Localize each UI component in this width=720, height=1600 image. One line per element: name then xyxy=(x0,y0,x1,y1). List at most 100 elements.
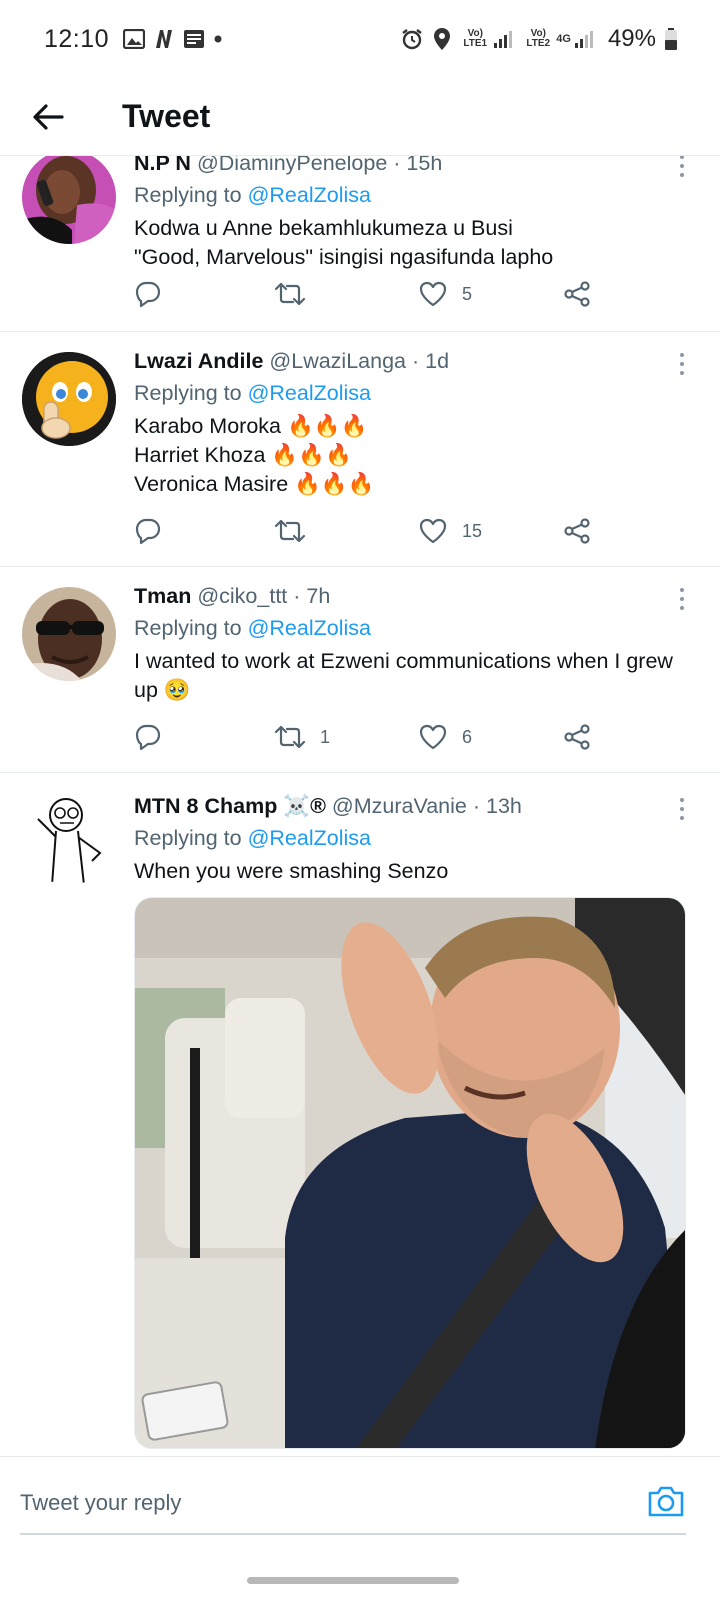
like-count: 6 xyxy=(462,726,473,747)
camera-icon xyxy=(648,1486,684,1517)
arrow-left-icon xyxy=(33,103,64,130)
avatar[interactable] xyxy=(22,156,116,244)
replying-handle[interactable]: @RealZolisa xyxy=(248,616,371,640)
news-icon xyxy=(183,29,205,49)
app-header: Tweet xyxy=(0,78,720,156)
avatar[interactable] xyxy=(22,587,116,681)
retweet-icon xyxy=(274,519,306,543)
replying-to: Replying to @RealZolisa xyxy=(134,823,690,853)
tweet-body: N.P N @DiaminyPenelope · 15h Replying to… xyxy=(134,156,690,272)
battery-percent: 49% xyxy=(607,25,656,52)
heart-icon xyxy=(419,518,447,544)
alarm-icon xyxy=(400,27,424,51)
more-options-button[interactable] xyxy=(672,350,692,378)
tweet-item[interactable]: MTN 8 Champ ☠️® @MzuraVanie · 13h Replyi… xyxy=(0,773,720,1484)
retweet-button[interactable] xyxy=(274,274,320,314)
tweet-body: Lwazi Andile @LwaziLanga · 1d Replying t… xyxy=(134,346,690,499)
status-bar: 12:10 Vo) LTE1 Vo) LTE2 4G 49% xyxy=(0,0,720,78)
tweet-line: Kodwa u Anne bekamhlukumeza u Busi xyxy=(134,216,513,240)
tweet-header: Lwazi Andile @LwaziLanga · 1d xyxy=(134,346,690,376)
battery-icon xyxy=(664,27,678,51)
replying-to: Replying to @RealZolisa xyxy=(134,613,690,643)
tweet-item[interactable]: N.P N @DiaminyPenelope · 15h Replying to… xyxy=(0,156,720,332)
share-button[interactable] xyxy=(562,274,592,314)
replying-handle[interactable]: @RealZolisa xyxy=(248,381,371,405)
status-right: Vo) LTE1 Vo) LTE2 4G 49% xyxy=(400,25,678,53)
tweet-header: Tman @ciko_ttt · 7h xyxy=(134,581,690,611)
like-button[interactable]: 15 xyxy=(418,511,482,551)
reply-composer xyxy=(0,1456,720,1566)
netflix-n-icon xyxy=(153,28,175,50)
sim1-signal: Vo) LTE1 xyxy=(460,29,515,49)
share-button[interactable] xyxy=(562,511,592,551)
tweet-item[interactable]: Tman @ciko_ttt · 7h Replying to @RealZol… xyxy=(0,567,720,773)
tweet-text: Kodwa u Anne bekamhlukumeza u Busi "Good… xyxy=(134,214,690,272)
retweet-icon xyxy=(274,725,306,749)
home-indicator[interactable] xyxy=(247,1577,459,1584)
retweet-icon xyxy=(274,282,306,306)
reply-button[interactable] xyxy=(134,274,162,314)
user-handle[interactable]: @DiaminyPenelope xyxy=(197,156,387,175)
reply-icon xyxy=(135,518,161,545)
share-icon xyxy=(564,281,590,307)
camera-button[interactable] xyxy=(646,1481,686,1521)
sim2-signal: Vo) LTE2 4G xyxy=(523,29,596,49)
user-handle[interactable]: @ciko_ttt xyxy=(197,584,287,608)
tweet-header: MTN 8 Champ ☠️® @MzuraVanie · 13h xyxy=(134,791,690,821)
reply-button[interactable] xyxy=(134,511,162,551)
network-type: 4G xyxy=(556,33,571,45)
replying-prefix: Replying to xyxy=(134,616,242,640)
tweet-time: · 7h xyxy=(293,584,331,608)
avatar[interactable] xyxy=(22,352,116,446)
back-button[interactable] xyxy=(22,91,74,143)
share-button[interactable] xyxy=(562,717,592,757)
more-options-button[interactable] xyxy=(672,795,692,823)
like-count: 15 xyxy=(462,520,483,541)
retweet-button[interactable] xyxy=(274,511,320,551)
tweet-line: Veronica Masire 🔥🔥🔥 xyxy=(134,472,375,496)
reply-feed[interactable]: N.P N @DiaminyPenelope · 15h Replying to… xyxy=(0,156,720,1484)
display-name[interactable]: N.P N xyxy=(134,156,191,175)
tweet-line: Karabo Moroka 🔥🔥🔥 xyxy=(134,414,368,438)
user-handle[interactable]: @LwaziLanga xyxy=(269,349,406,373)
replying-to: Replying to @RealZolisa xyxy=(134,180,690,210)
like-button[interactable]: 6 xyxy=(418,717,472,757)
image-icon xyxy=(123,29,146,49)
tweet-line: When you were smashing Senzo xyxy=(134,859,449,883)
tweet-body: MTN 8 Champ ☠️® @MzuraVanie · 13h Replyi… xyxy=(134,791,690,886)
tweet-item[interactable]: Lwazi Andile @LwaziLanga · 1d Replying t… xyxy=(0,332,720,567)
reply-icon xyxy=(135,281,161,308)
avatar[interactable] xyxy=(22,791,116,885)
replying-handle[interactable]: @RealZolisa xyxy=(248,826,371,850)
retweet-count: 1 xyxy=(320,726,331,747)
like-button[interactable]: 5 xyxy=(418,274,472,314)
like-count: 5 xyxy=(462,283,473,304)
tweet-body: Tman @ciko_ttt · 7h Replying to @RealZol… xyxy=(134,581,690,705)
tweet-line: "Good, Marvelous" isingisi ngasifunda la… xyxy=(134,245,554,269)
status-time: 12:10 xyxy=(44,24,110,53)
page-title: Tweet xyxy=(122,98,211,134)
replying-handle[interactable]: @RealZolisa xyxy=(248,183,371,207)
display-name[interactable]: MTN 8 Champ ☠️® xyxy=(134,794,326,818)
more-options-button[interactable] xyxy=(672,156,692,180)
composer-underline xyxy=(20,1533,686,1535)
reply-button[interactable] xyxy=(134,717,162,757)
replying-prefix: Replying to xyxy=(134,381,242,405)
tweet-text: When you were smashing Senzo xyxy=(134,857,690,886)
replying-prefix: Replying to xyxy=(134,826,242,850)
reply-icon xyxy=(135,724,161,751)
tweet-line: I wanted to work at Ezweni communication… xyxy=(134,649,673,673)
tweet-line: up 🥹 xyxy=(134,678,191,702)
dot-icon xyxy=(213,34,223,44)
tweet-media-image[interactable] xyxy=(134,897,686,1449)
tweet-line: Harriet Khoza 🔥🔥🔥 xyxy=(134,443,352,467)
user-handle[interactable]: @MzuraVanie xyxy=(332,794,467,818)
replying-to: Replying to @RealZolisa xyxy=(134,378,690,408)
tweet-text: Karabo Moroka 🔥🔥🔥 Harriet Khoza 🔥🔥🔥 Vero… xyxy=(134,412,690,499)
display-name[interactable]: Tman xyxy=(134,584,191,608)
location-icon xyxy=(432,27,452,51)
retweet-button[interactable]: 1 xyxy=(274,717,330,757)
reply-input[interactable] xyxy=(20,1483,580,1523)
more-options-button[interactable] xyxy=(672,585,692,613)
display-name[interactable]: Lwazi Andile xyxy=(134,349,263,373)
